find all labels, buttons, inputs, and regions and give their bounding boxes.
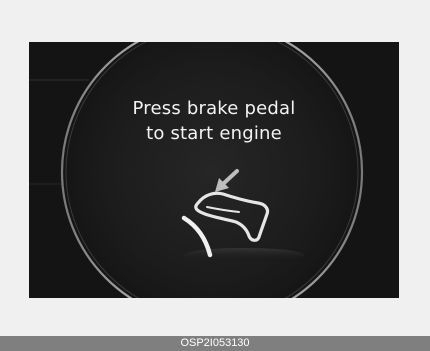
cluster-display-screen: Press brake pedal to start engine (29, 42, 399, 298)
display-message-line-2: to start engine (146, 123, 282, 144)
caption-bar: OSP2I053130 (0, 336, 430, 351)
pedal-floor-reflection (184, 248, 304, 262)
display-message-line-1: Press brake pedal (132, 98, 296, 119)
manual-illustration-frame: Press brake pedal to start engine OSP2I0… (0, 0, 430, 351)
display-graphics (29, 42, 364, 298)
image-code-caption: OSP2I053130 (180, 337, 250, 349)
